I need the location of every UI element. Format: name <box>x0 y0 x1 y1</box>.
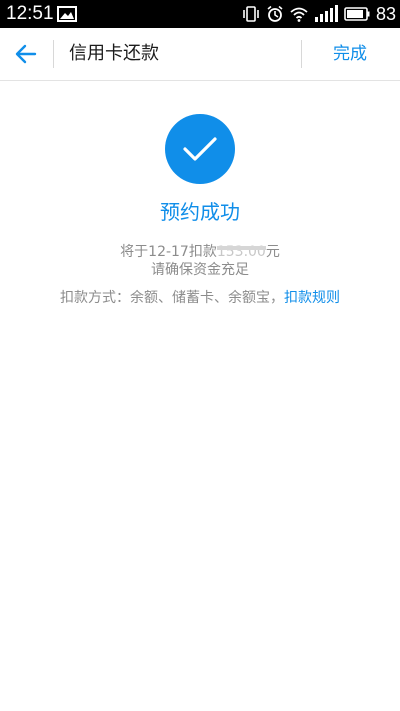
status-time: 12:51 <box>6 3 54 24</box>
battery-level: 83 <box>375 4 396 24</box>
payment-method-line: 扣款方式：余额、储蓄卡、余额宝，扣款规则 <box>0 289 400 308</box>
alarm-icon <box>267 5 283 22</box>
checkmark-icon <box>183 137 217 161</box>
back-button[interactable] <box>10 38 42 70</box>
deduction-rules-link[interactable]: 扣款规则 <box>284 290 340 306</box>
page-title: 信用卡还款 <box>69 43 159 64</box>
deduction-suffix: 元 <box>265 244 280 260</box>
vibrate-icon <box>243 6 259 22</box>
status-icons: 83 <box>242 3 396 25</box>
gallery-icon <box>57 6 77 22</box>
masked-amount: 153.00 <box>216 244 266 260</box>
wifi-icon <box>290 7 308 22</box>
success-check-circle <box>165 114 235 184</box>
status-bar: 12:51 83 <box>0 0 400 28</box>
payment-method-text: 扣款方式：余额、储蓄卡、余额宝， <box>60 290 284 306</box>
battery-icon <box>344 7 370 21</box>
deduction-prefix: 将于12-17扣款 <box>120 244 217 260</box>
deduction-date-line: 将于12-17扣款153.00元 <box>0 243 400 262</box>
funds-reminder: 请确保资金充足 <box>151 262 249 278</box>
arrow-left-icon <box>15 44 37 64</box>
header-divider-left <box>53 40 54 68</box>
signal-icon <box>314 5 338 22</box>
success-title: 预约成功 <box>160 200 240 224</box>
app-header: 信用卡还款 完成 <box>0 28 400 81</box>
done-button[interactable]: 完成 <box>333 40 367 68</box>
header-divider-right <box>301 40 302 68</box>
